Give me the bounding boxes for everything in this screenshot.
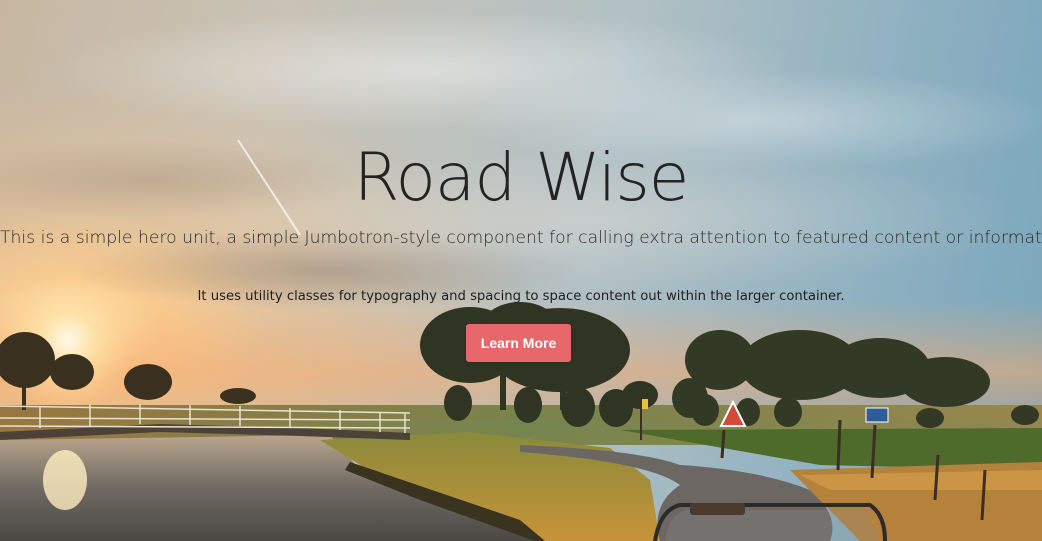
hero-subtext: It uses utility classes for typography a… (197, 289, 845, 304)
learn-more-button[interactable]: Learn More (466, 324, 571, 362)
hero-lead-text: This is a simple hero unit, a simple Jum… (0, 228, 1042, 248)
hero-title: Road Wise (353, 139, 690, 216)
hero-jumbotron: Road Wise This is a simple hero unit, a … (0, 0, 1042, 541)
